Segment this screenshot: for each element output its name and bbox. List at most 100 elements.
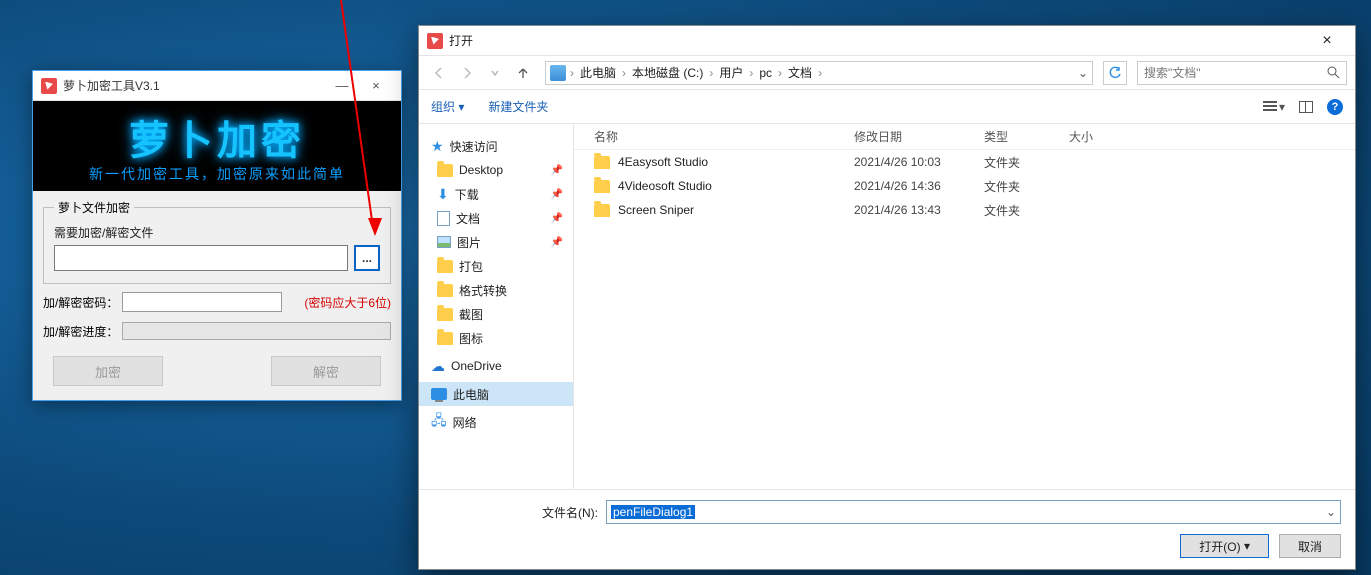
col-header-name[interactable]: 名称 — [594, 128, 854, 145]
open-button[interactable]: 打开(O) ▾ — [1180, 534, 1269, 558]
folder-icon — [437, 332, 453, 345]
crumb-pc[interactable]: pc — [757, 66, 774, 80]
tool-titlebar[interactable]: 萝卜加密工具V3.1 — × — [33, 71, 401, 101]
row-type: 文件夹 — [984, 154, 1069, 171]
file-encrypt-group: 萝卜文件加密 需要加密/解密文件 ... — [43, 199, 391, 284]
nav-recent-dropdown[interactable] — [483, 61, 507, 85]
tool-banner: 萝卜加密 新一代加密工具，加密原来如此简单 — [33, 101, 401, 191]
filename-input[interactable]: penFileDialog1 ⌄ — [606, 500, 1341, 524]
folder-icon — [437, 284, 453, 297]
col-header-type[interactable]: 类型 — [984, 128, 1069, 145]
dialog-toolbar: 组织 ▾ 新建文件夹 ▾ ? — [419, 90, 1355, 124]
search-input[interactable]: 搜索"文档" — [1137, 61, 1347, 85]
chevron-right-icon: › — [568, 66, 576, 80]
banner-sub-text: 新一代加密工具，加密原来如此简单 — [89, 164, 345, 184]
filename-value: penFileDialog1 — [611, 505, 695, 519]
dialog-footer: 文件名(N): penFileDialog1 ⌄ 打开(O) ▾ 取消 — [419, 489, 1355, 569]
tool-title-text: 萝卜加密工具V3.1 — [63, 77, 160, 94]
list-item[interactable]: 4Easysoft Studio 2021/4/26 10:03文件夹 — [574, 150, 1355, 174]
dialog-close-button[interactable]: × — [1307, 26, 1347, 55]
picture-icon — [437, 236, 451, 248]
search-placeholder: 搜索"文档" — [1144, 64, 1201, 81]
nav-up-button[interactable] — [511, 61, 535, 85]
tree-pictures[interactable]: 图片📌 — [419, 230, 573, 254]
group-legend: 萝卜文件加密 — [54, 199, 134, 216]
pin-icon: 📌 — [551, 213, 563, 224]
nav-forward-button[interactable] — [455, 61, 479, 85]
download-icon: ⬇ — [437, 186, 449, 203]
encrypt-button[interactable]: 加密 — [53, 356, 163, 386]
dialog-titlebar[interactable]: 打开 × — [419, 26, 1355, 56]
browse-button[interactable]: ... — [354, 245, 380, 271]
col-header-date[interactable]: 修改日期 — [854, 128, 984, 145]
file-path-input[interactable] — [54, 245, 348, 271]
row-name: 4Videosoft Studio — [618, 179, 712, 193]
encrypt-tool-window: 萝卜加密工具V3.1 — × 萝卜加密 新一代加密工具，加密原来如此简单 萝卜文… — [32, 70, 402, 401]
list-item[interactable]: 4Videosoft Studio2021/4/26 14:36文件夹 — [574, 174, 1355, 198]
progress-label: 加/解密进度： — [43, 323, 118, 340]
close-button[interactable]: × — [359, 71, 393, 100]
crumb-thispc[interactable]: 此电脑 — [578, 64, 618, 81]
tree-icons[interactable]: 图标 — [419, 326, 573, 350]
chevron-right-icon: › — [816, 66, 824, 80]
help-icon[interactable]: ? — [1327, 99, 1343, 115]
document-icon — [437, 211, 450, 226]
chevron-right-icon: › — [620, 66, 628, 80]
cancel-button[interactable]: 取消 — [1279, 534, 1341, 558]
progress-bar — [122, 322, 391, 340]
folder-icon — [437, 308, 453, 321]
decrypt-button[interactable]: 解密 — [271, 356, 381, 386]
filename-label: 文件名(N): — [433, 504, 598, 521]
tree-onedrive[interactable]: ☁OneDrive — [419, 354, 573, 378]
tree-desktop[interactable]: Desktop📌 — [419, 158, 573, 182]
pin-icon: 📌 — [551, 165, 563, 176]
view-button[interactable]: ▾ — [1263, 100, 1285, 114]
row-date: 2021/4/26 10:03 — [854, 155, 984, 169]
organize-button[interactable]: 组织 ▾ — [431, 98, 464, 115]
list-header[interactable]: 名称 修改日期 类型 大小 — [574, 124, 1355, 150]
folder-icon — [437, 260, 453, 273]
breadcrumb[interactable]: › 此电脑 › 本地磁盘 (C:) › 用户 › pc › 文档 › ⌄ — [545, 61, 1093, 85]
row-type: 文件夹 — [984, 178, 1069, 195]
tree-downloads[interactable]: ⬇下载📌 — [419, 182, 573, 206]
row-name: 4Easysoft Studio — [618, 155, 708, 169]
nav-back-button[interactable] — [427, 61, 451, 85]
tree-network[interactable]: 🖧网络 — [419, 410, 573, 434]
crumb-users[interactable]: 用户 — [717, 64, 745, 81]
chevron-right-icon: › — [747, 66, 755, 80]
tree-thispc[interactable]: 此电脑 — [419, 382, 573, 406]
folder-icon — [594, 180, 610, 193]
folder-icon — [594, 156, 610, 169]
preview-pane-button[interactable] — [1299, 101, 1313, 113]
annotation-arrow-head — [368, 218, 382, 236]
tree-convert[interactable]: 格式转换 — [419, 278, 573, 302]
tree-quick-access[interactable]: ★快速访问 — [419, 134, 573, 158]
nav-tree: ★快速访问 Desktop📌 ⬇下载📌 文档📌 图片📌 打包 格式转换 截图 图… — [419, 124, 574, 489]
pin-icon: 📌 — [551, 237, 563, 248]
dialog-title-text: 打开 — [449, 32, 1307, 49]
tree-documents[interactable]: 文档📌 — [419, 206, 573, 230]
app-icon — [41, 78, 57, 94]
password-label: 加/解密密码： — [43, 294, 118, 311]
new-folder-button[interactable]: 新建文件夹 — [488, 98, 548, 115]
tree-pack[interactable]: 打包 — [419, 254, 573, 278]
refresh-button[interactable] — [1103, 61, 1127, 85]
list-view-icon — [1263, 101, 1277, 113]
filename-dropdown-icon[interactable]: ⌄ — [1326, 505, 1336, 519]
file-field-label: 需要加密/解密文件 — [54, 224, 380, 241]
crumb-dropdown-icon[interactable]: ⌄ — [1078, 66, 1088, 80]
dialog-nav-bar: › 此电脑 › 本地磁盘 (C:) › 用户 › pc › 文档 › ⌄ 搜索"… — [419, 56, 1355, 90]
row-name: Screen Sniper — [618, 203, 694, 217]
cloud-icon: ☁ — [431, 358, 445, 375]
star-icon: ★ — [431, 138, 444, 155]
crumb-drive[interactable]: 本地磁盘 (C:) — [630, 64, 705, 81]
list-item[interactable]: Screen Sniper2021/4/26 13:43文件夹 — [574, 198, 1355, 222]
chevron-right-icon: › — [776, 66, 784, 80]
open-file-dialog: 打开 × › 此电脑 › 本地磁盘 (C:) › 用户 › pc › 文档 › — [418, 25, 1356, 570]
crumb-documents[interactable]: 文档 — [786, 64, 814, 81]
password-input[interactable] — [122, 292, 282, 312]
tree-shot[interactable]: 截图 — [419, 302, 573, 326]
file-list: 名称 修改日期 类型 大小 4Easysoft Studio 2021/4/26 … — [574, 124, 1355, 489]
banner-big-text: 萝卜加密 — [129, 108, 305, 166]
col-header-size[interactable]: 大小 — [1069, 128, 1129, 145]
